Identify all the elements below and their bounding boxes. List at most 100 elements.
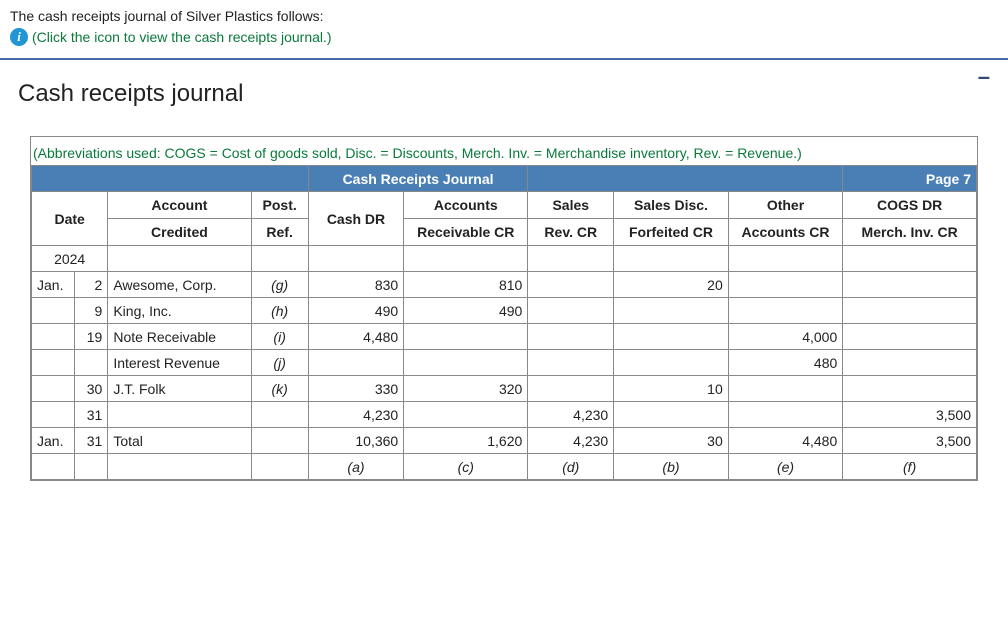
cell-ar — [404, 350, 528, 376]
table-row: 9 King, Inc. (h) 490 490 — [32, 298, 977, 324]
hdr-ar-1: Accounts — [404, 192, 528, 219]
intro-text: The cash receipts journal of Silver Plas… — [10, 8, 998, 24]
hdr-other-2: Accounts CR — [728, 219, 843, 246]
cell-day: 2 — [74, 272, 107, 298]
cell-month — [32, 350, 75, 376]
hdr-cogs-2: Merch. Inv. CR — [843, 219, 977, 246]
cell-other: 480 — [728, 350, 843, 376]
cell-day: 31 — [74, 428, 107, 454]
total-row: Jan. 31 Total 10,360 1,620 4,230 30 4,48… — [32, 428, 977, 454]
cell-other — [728, 376, 843, 402]
cell-sales: 4,230 — [528, 402, 614, 428]
cell-day — [74, 350, 107, 376]
hdr-sales-2: Rev. CR — [528, 219, 614, 246]
page-title: Cash receipts journal — [18, 80, 990, 108]
cell-month — [32, 324, 75, 350]
cell-cogs: 3,500 — [843, 402, 977, 428]
cell-cash: 330 — [308, 376, 403, 402]
cell-cogs — [843, 324, 977, 350]
cell-ar: 810 — [404, 272, 528, 298]
table-row: Interest Revenue (j) 480 — [32, 350, 977, 376]
cell-account — [108, 402, 251, 428]
hdr-disc-2: Forfeited CR — [614, 219, 729, 246]
table-row: 31 4,230 4,230 3,500 — [32, 402, 977, 428]
footnote-other: (e) — [728, 454, 843, 480]
hdr-cash: Cash DR — [308, 192, 403, 246]
cell-month — [32, 376, 75, 402]
cell-month: Jan. — [32, 272, 75, 298]
cell-month — [32, 402, 75, 428]
year-cell: 2024 — [32, 246, 108, 272]
cell-cash: 4,230 — [308, 402, 403, 428]
cell-cogs — [843, 376, 977, 402]
table-page: Page 7 — [843, 166, 977, 192]
cell-cogs: 3,500 — [843, 428, 977, 454]
cell-disc: 30 — [614, 428, 729, 454]
cell-day: 31 — [74, 402, 107, 428]
cell-cogs — [843, 350, 977, 376]
table-row: 30 J.T. Folk (k) 330 320 10 — [32, 376, 977, 402]
cell-ar: 320 — [404, 376, 528, 402]
collapse-button[interactable]: – — [978, 66, 990, 88]
cell-other — [728, 402, 843, 428]
footnote-cogs: (f) — [843, 454, 977, 480]
cell-ref: (k) — [251, 376, 308, 402]
info-link[interactable]: (Click the icon to view the cash receipt… — [32, 29, 332, 45]
cell-other: 4,000 — [728, 324, 843, 350]
cell-disc — [614, 402, 729, 428]
cell-sales — [528, 376, 614, 402]
cell-disc: 10 — [614, 376, 729, 402]
cell-ref: (h) — [251, 298, 308, 324]
cell-month — [32, 298, 75, 324]
hdr-other-1: Other — [728, 192, 843, 219]
cell-disc: 20 — [614, 272, 729, 298]
cell-account: Awesome, Corp. — [108, 272, 251, 298]
cell-other — [728, 298, 843, 324]
cell-cash: 4,480 — [308, 324, 403, 350]
cell-disc — [614, 298, 729, 324]
hdr-sales-1: Sales — [528, 192, 614, 219]
hdr-post-1: Post. — [251, 192, 308, 219]
hdr-ar-2: Receivable CR — [404, 219, 528, 246]
cell-ref: (i) — [251, 324, 308, 350]
cell-sales — [528, 272, 614, 298]
abbreviations-note: (Abbreviations used: COGS = Cost of good… — [31, 145, 977, 165]
cell-cash: 490 — [308, 298, 403, 324]
footnote-disc: (b) — [614, 454, 729, 480]
cell-account: Total — [108, 428, 251, 454]
cell-ar: 1,620 — [404, 428, 528, 454]
table-title-bar: Cash Receipts Journal Page 7 — [32, 166, 977, 192]
cell-cash — [308, 350, 403, 376]
cell-cash: 830 — [308, 272, 403, 298]
hdr-account-1: Account — [108, 192, 251, 219]
year-row: 2024 — [32, 246, 977, 272]
footnote-sales: (d) — [528, 454, 614, 480]
cell-account: King, Inc. — [108, 298, 251, 324]
footnote-ar: (c) — [404, 454, 528, 480]
header-row-1: Date Account Post. Cash DR Accounts Sale… — [32, 192, 977, 219]
cell-ref — [251, 402, 308, 428]
cash-receipts-table: Cash Receipts Journal Page 7 Date Accoun… — [31, 165, 977, 480]
cell-ref — [251, 428, 308, 454]
cell-day: 9 — [74, 298, 107, 324]
cell-ref: (g) — [251, 272, 308, 298]
cell-month: Jan. — [32, 428, 75, 454]
cell-disc — [614, 324, 729, 350]
cell-ar — [404, 324, 528, 350]
cell-account: J.T. Folk — [108, 376, 251, 402]
footnote-cash: (a) — [308, 454, 403, 480]
cell-sales — [528, 324, 614, 350]
table-row: 19 Note Receivable (i) 4,480 4,000 — [32, 324, 977, 350]
cell-other — [728, 272, 843, 298]
info-icon[interactable]: i — [10, 28, 28, 46]
table-row: Jan. 2 Awesome, Corp. (g) 830 810 20 — [32, 272, 977, 298]
cell-cash: 10,360 — [308, 428, 403, 454]
hdr-disc-1: Sales Disc. — [614, 192, 729, 219]
hdr-post-2: Ref. — [251, 219, 308, 246]
cell-account: Note Receivable — [108, 324, 251, 350]
cell-ar — [404, 402, 528, 428]
header-row-2: Credited Ref. Receivable CR Rev. CR Forf… — [32, 219, 977, 246]
cell-ref: (j) — [251, 350, 308, 376]
cell-cogs — [843, 272, 977, 298]
cell-sales — [528, 298, 614, 324]
